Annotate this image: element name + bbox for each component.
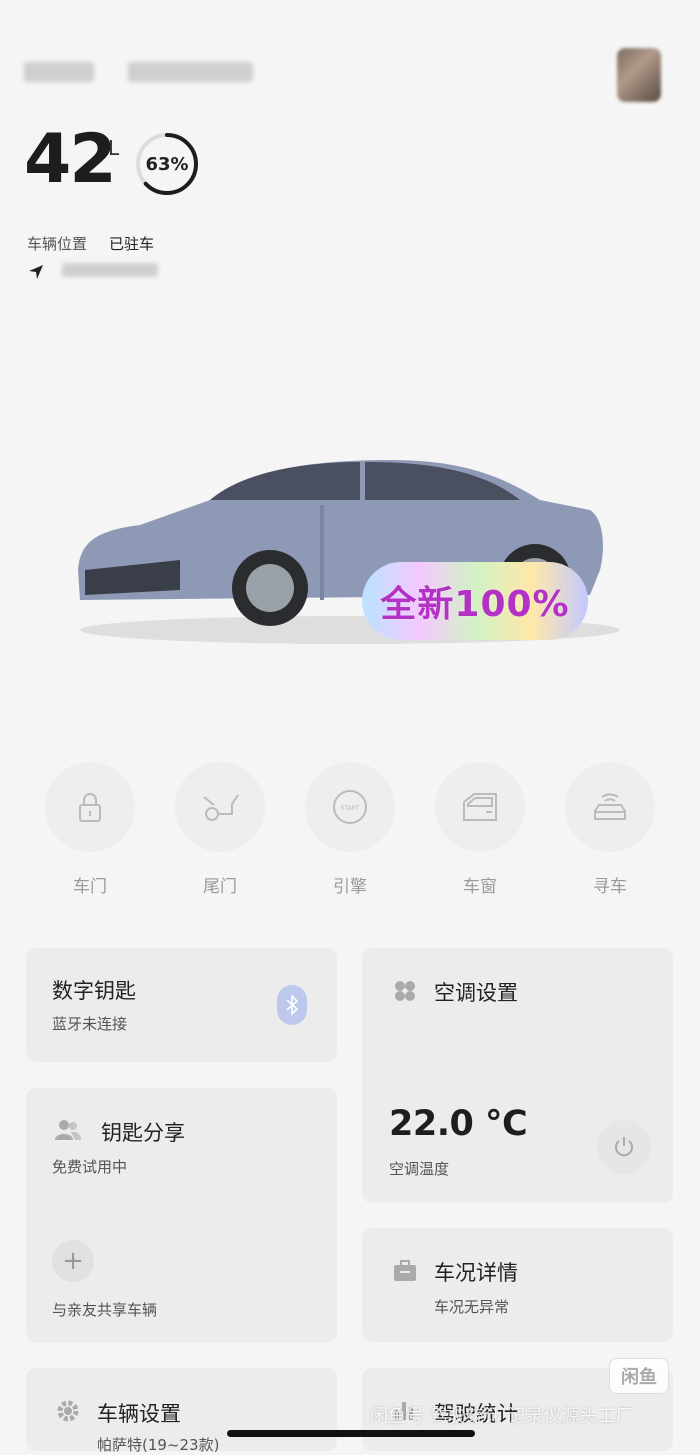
bluetooth-toggle[interactable] (277, 985, 307, 1025)
settings-gear-icon (57, 1400, 79, 1422)
fan-icon (395, 981, 415, 1001)
vehicle-name-blurred[interactable] (128, 62, 253, 82)
key-share-title: 钥匙分享 (101, 1121, 185, 1145)
users-icon (55, 1120, 81, 1140)
fuel-unit: L (108, 136, 120, 160)
control-window[interactable]: 车窗 (435, 762, 525, 897)
account-name-blurred (24, 62, 94, 82)
power-icon (615, 1137, 633, 1157)
digital-key-subtitle: 蓝牙未连接 (52, 1015, 128, 1033)
lock-icon (79, 793, 101, 822)
watermark-text: 闲鱼号 驾驶统计 记录仪源头工厂 (370, 1406, 634, 1427)
add-share-button[interactable]: + (52, 1240, 94, 1282)
ac-temperature-label: 空调温度 (389, 1160, 450, 1178)
vehicle-settings-subtitle: 帕萨特(19~23款) (97, 1436, 220, 1454)
find-car-icon (594, 793, 626, 820)
control-find-car[interactable]: 寻车 (565, 762, 655, 897)
ac-temperature: 22.0 °C (389, 1104, 528, 1144)
address-blurred[interactable] (62, 263, 158, 277)
toolbox-icon (394, 1260, 416, 1281)
navigation-arrow-icon (29, 265, 43, 279)
control-door[interactable]: 车门 (45, 762, 135, 897)
window-icon (463, 793, 497, 821)
vehicle-status-subtitle: 车况无异常 (434, 1298, 510, 1316)
control-engine-label: 引擎 (333, 877, 367, 897)
plus-icon: + (62, 1246, 84, 1276)
control-window-label: 车窗 (463, 877, 497, 897)
parking-status: 已驻车 (109, 235, 155, 253)
control-engine[interactable]: START 引擎 (305, 762, 395, 897)
fuel-percent: 63% (145, 153, 189, 175)
bluetooth-icon (286, 994, 299, 1016)
control-trunk-label: 尾门 (203, 877, 237, 897)
trunk-icon (203, 794, 239, 821)
key-share-action[interactable]: 与亲友共享车辆 (52, 1299, 157, 1320)
ac-title: 空调设置 (434, 981, 518, 1005)
control-trunk[interactable]: 尾门 (175, 762, 265, 897)
digital-key-title: 数字钥匙 (52, 979, 136, 1003)
fuel-value: 42 (24, 120, 117, 199)
condition-badge: 全新100% (362, 562, 588, 640)
engine-start-icon: START (333, 790, 367, 824)
svg-text:START: START (340, 806, 359, 812)
location-label: 车辆位置 (27, 235, 88, 253)
control-door-label: 车门 (73, 877, 107, 897)
control-find-car-label: 寻车 (593, 877, 627, 897)
vehicle-status-title: 车况详情 (434, 1261, 518, 1285)
avatar[interactable] (617, 48, 661, 102)
xianyu-badge: 闲鱼 (609, 1358, 669, 1394)
ac-power-button[interactable] (597, 1120, 651, 1174)
key-share-subtitle: 免费试用中 (52, 1158, 128, 1176)
vehicle-settings-title: 车辆设置 (97, 1402, 181, 1426)
home-indicator[interactable] (227, 1430, 475, 1437)
